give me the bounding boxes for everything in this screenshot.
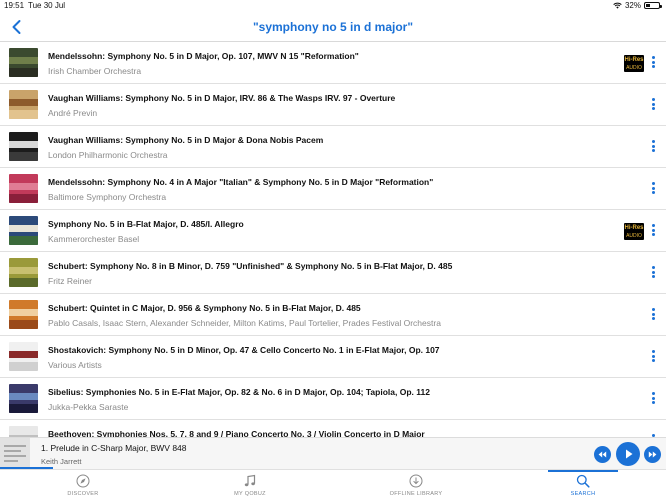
album-cover[interactable] (9, 132, 38, 161)
result-artist[interactable]: Various Artists (48, 360, 606, 370)
result-artist[interactable]: André Previn (48, 108, 606, 118)
result-title[interactable]: Vaughan Williams: Symphony No. 5 in D Ma… (48, 135, 606, 145)
result-row[interactable]: Schubert: Quintet in C Major, D. 956 & S… (0, 294, 666, 336)
album-cover[interactable] (9, 300, 38, 329)
now-playing-cover[interactable] (0, 438, 30, 470)
tab-label: SEARCH (570, 491, 596, 497)
tab-search[interactable]: SEARCH (533, 474, 633, 497)
compass-icon (76, 474, 90, 488)
hires-badge-line1: Hi-Res (624, 57, 644, 63)
album-cover[interactable] (9, 90, 38, 119)
more-options-icon[interactable] (648, 139, 658, 155)
search-icon (576, 474, 590, 488)
mini-player[interactable]: 1. Prelude in C-Sharp Major, BWV 848 Kei… (0, 437, 666, 470)
result-artist[interactable]: London Philharmonic Orchestra (48, 150, 606, 160)
now-playing-artist: Keith Jarrett (41, 457, 82, 466)
previous-button[interactable] (594, 446, 611, 463)
album-cover[interactable] (9, 258, 38, 287)
more-options-icon[interactable] (648, 307, 658, 323)
album-cover[interactable] (9, 48, 38, 77)
result-title[interactable]: Sibelius: Symphonies No. 5 in E-Flat Maj… (48, 387, 606, 397)
more-options-icon[interactable] (648, 181, 658, 197)
more-options-icon[interactable] (648, 97, 658, 113)
download-icon (409, 474, 423, 488)
more-options-icon[interactable] (648, 223, 658, 239)
skip-back-icon (598, 451, 607, 458)
result-artist[interactable]: Kammerorchester Basel (48, 234, 606, 244)
more-options-icon[interactable] (648, 349, 658, 365)
more-options-icon[interactable] (648, 391, 658, 407)
status-date: Tue 30 Jul (28, 1, 66, 10)
result-row[interactable]: Sibelius: Symphonies No. 5 in E-Flat Maj… (0, 378, 666, 420)
result-artist[interactable]: Fritz Reiner (48, 276, 606, 286)
result-artist[interactable]: Irish Chamber Orchestra (48, 66, 606, 76)
more-options-icon[interactable] (648, 55, 658, 71)
play-icon (626, 449, 633, 459)
result-row[interactable]: Vaughan Williams: Symphony No. 5 in D Ma… (0, 126, 666, 168)
result-title[interactable]: Mendelssohn: Symphony No. 4 in A Major "… (48, 177, 606, 187)
active-tab-indicator (548, 470, 618, 472)
more-options-icon[interactable] (648, 265, 658, 281)
battery-icon (644, 2, 662, 9)
status-right: 32% (613, 1, 662, 10)
wifi-icon (613, 2, 622, 9)
status-time: 19:51 (4, 1, 25, 10)
hires-audio-badge: Hi-Res AUDIO (624, 223, 644, 240)
tab-my-qobuz[interactable]: MY QOBUZ (200, 474, 300, 497)
skip-forward-icon (648, 451, 657, 458)
navigation-bar: "symphony no 5 in d major" (0, 12, 666, 42)
status-bar: 19:51 Tue 30 Jul 32% (0, 0, 666, 12)
result-title[interactable]: Schubert: Quintet in C Major, D. 956 & S… (48, 303, 606, 313)
album-cover[interactable] (9, 174, 38, 203)
result-title[interactable]: Shostakovich: Symphony No. 5 in D Minor,… (48, 345, 606, 355)
play-button[interactable] (616, 442, 640, 466)
result-row[interactable]: Shostakovich: Symphony No. 5 in D Minor,… (0, 336, 666, 378)
result-row[interactable]: Symphony No. 5 in B-Flat Major, D. 485/I… (0, 210, 666, 252)
result-row[interactable]: Mendelssohn: Symphony No. 4 in A Major "… (0, 168, 666, 210)
result-title[interactable]: Mendelssohn: Symphony No. 5 in D Major, … (48, 51, 606, 61)
tab-label: DISCOVER (67, 491, 99, 497)
tab-label: OFFLINE LIBRARY (389, 491, 443, 497)
hires-badge-line2: AUDIO (626, 65, 642, 71)
tab-offline-library[interactable]: OFFLINE LIBRARY (366, 474, 466, 497)
result-row[interactable]: Schubert: Symphony No. 8 in B Minor, D. … (0, 252, 666, 294)
result-row[interactable]: Vaughan Williams: Symphony No. 5 in D Ma… (0, 84, 666, 126)
music-note-icon (244, 474, 256, 487)
album-cover[interactable] (9, 216, 38, 245)
next-button[interactable] (644, 446, 661, 463)
hires-audio-badge: Hi-Res AUDIO (624, 55, 644, 72)
tab-label: MY QOBUZ (234, 491, 266, 497)
result-title[interactable]: Vaughan Williams: Symphony No. 5 in D Ma… (48, 93, 606, 103)
result-artist[interactable]: Baltimore Symphony Orchestra (48, 192, 606, 202)
result-row[interactable]: Mendelssohn: Symphony No. 5 in D Major, … (0, 42, 666, 84)
hires-badge-line1: Hi-Res (624, 225, 644, 231)
result-artist[interactable]: Pablo Casals, Isaac Stern, Alexander Sch… (48, 318, 606, 328)
battery-percent: 32% (624, 1, 641, 10)
tab-bar: DISCOVER MY QOBUZ OFFLINE LIBRARY SEARCH (0, 469, 666, 500)
result-artist[interactable]: Jukka-Pekka Saraste (48, 402, 606, 412)
page-title: "symphony no 5 in d major" (252, 20, 414, 34)
hires-badge-line2: AUDIO (626, 233, 642, 239)
now-playing-title: 1. Prelude in C-Sharp Major, BWV 848 (41, 443, 187, 453)
album-cover[interactable] (9, 384, 38, 413)
album-cover[interactable] (9, 342, 38, 371)
results-list[interactable]: Mendelssohn: Symphony No. 5 in D Major, … (0, 42, 666, 440)
result-title[interactable]: Symphony No. 5 in B-Flat Major, D. 485/I… (48, 219, 606, 229)
tab-discover[interactable]: DISCOVER (33, 474, 133, 497)
result-title[interactable]: Schubert: Symphony No. 8 in B Minor, D. … (48, 261, 606, 271)
